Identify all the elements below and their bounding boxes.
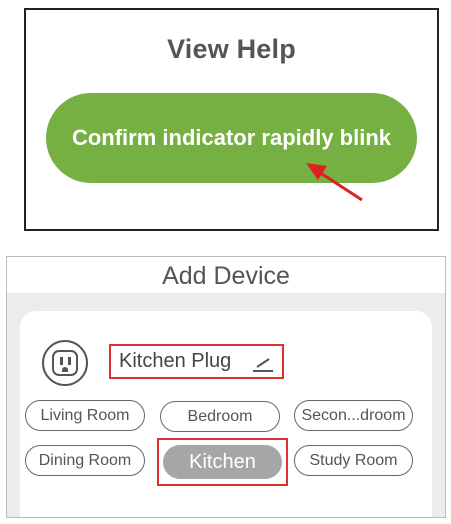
smart-plug-icon	[42, 340, 88, 386]
add-device-panel: Add Device Kitchen Plug Living Room Bedr…	[6, 256, 446, 518]
device-card: Kitchen Plug Living Room Bedroom Secon..…	[20, 311, 432, 517]
room-second-bedroom[interactable]: Secon...droom	[294, 400, 413, 431]
confirm-indicator-button[interactable]: Confirm indicator rapidly blink	[46, 93, 417, 183]
room-living-room[interactable]: Living Room	[25, 400, 145, 431]
room-bedroom[interactable]: Bedroom	[160, 401, 280, 432]
help-panel: View Help Confirm indicator rapidly blin…	[24, 8, 439, 231]
page-title: Add Device	[7, 257, 445, 293]
help-title: View Help	[167, 34, 296, 64]
room-kitchen[interactable]: Kitchen	[163, 445, 282, 479]
device-name-field[interactable]: Kitchen Plug	[109, 344, 284, 379]
room-study-room[interactable]: Study Room	[294, 445, 413, 476]
room-dining-room[interactable]: Dining Room	[25, 445, 145, 476]
device-name: Kitchen Plug	[119, 350, 232, 372]
edit-pencil-icon[interactable]	[252, 353, 274, 373]
